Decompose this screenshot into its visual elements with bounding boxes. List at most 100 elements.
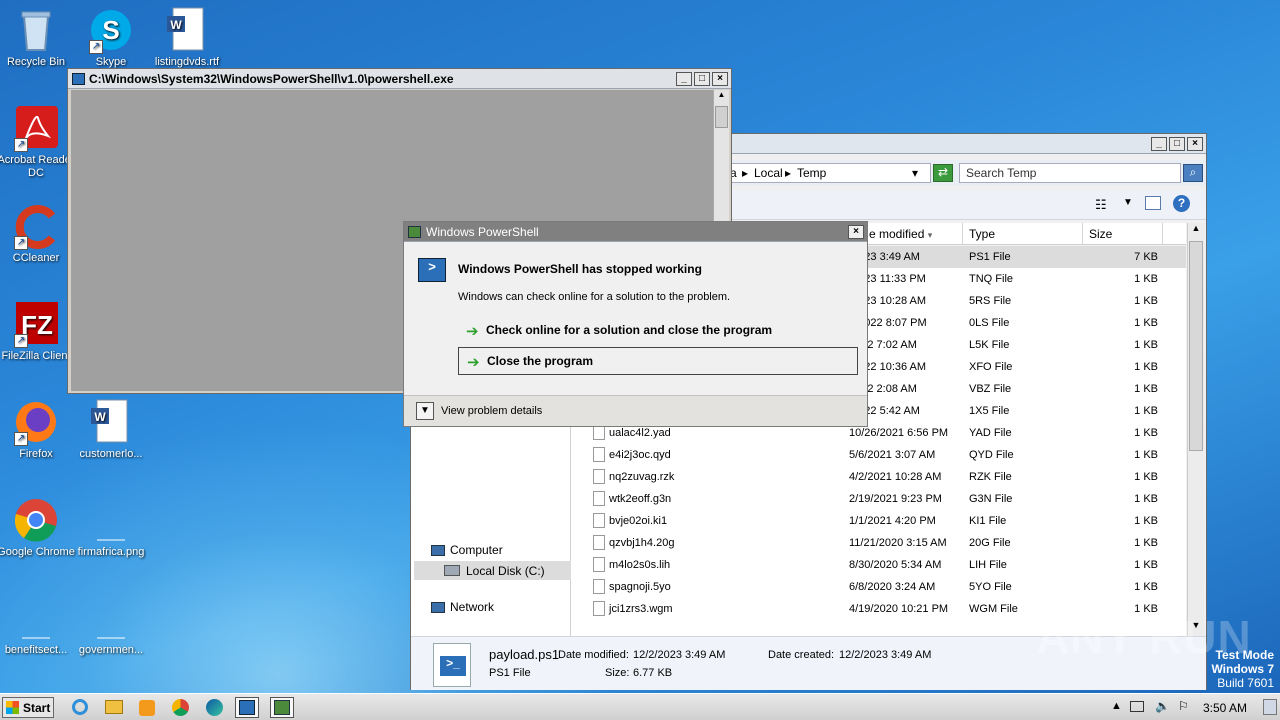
desktop-icon-governmen[interactable]: governmen... bbox=[71, 594, 151, 657]
preview-pane-icon[interactable] bbox=[1145, 196, 1161, 210]
file-type: 1X5 File bbox=[969, 405, 1010, 417]
powershell-logo-icon: > bbox=[418, 258, 446, 282]
file-type: G3N File bbox=[969, 493, 1013, 505]
desktop-icon-label: Recycle Bin bbox=[6, 56, 66, 68]
network-status-icon[interactable] bbox=[1130, 701, 1144, 712]
show-desktop-button[interactable] bbox=[1263, 699, 1277, 715]
file-type: 5RS File bbox=[969, 295, 1012, 307]
file-size: 1 KB bbox=[1134, 515, 1158, 527]
maximize-button[interactable]: □ bbox=[1169, 136, 1185, 151]
close-button[interactable]: × bbox=[1187, 136, 1203, 151]
desktop-icon-firmafrica[interactable]: firmafrica.png bbox=[71, 496, 151, 559]
file-name: e4i2j3oc.qyd bbox=[609, 449, 671, 461]
dialog-titlebar[interactable]: Windows PowerShell × bbox=[404, 222, 867, 242]
file-name: qzvbj1h4.20g bbox=[609, 537, 675, 549]
file-row[interactable]: bvje02oi.ki1 1/1/2021 4:20 PM KI1 File 1 KB bbox=[571, 510, 1186, 532]
close-button[interactable]: × bbox=[712, 71, 728, 86]
desktop-icon-customerlo[interactable]: W customerlo... bbox=[71, 398, 151, 461]
maximize-button[interactable]: □ bbox=[694, 71, 710, 86]
file-size: 1 KB bbox=[1134, 383, 1158, 395]
desktop-icon-filezilla[interactable]: FZ ↗ FileZilla Client bbox=[0, 300, 76, 363]
volume-icon[interactable]: 🔈 bbox=[1155, 699, 1170, 713]
file-icon bbox=[593, 535, 605, 550]
ccleaner-icon: ↗ bbox=[12, 202, 60, 250]
file-type: LIH File bbox=[969, 559, 1007, 571]
minimize-button[interactable]: _ bbox=[1151, 136, 1167, 151]
green-arrow-icon: ➔ bbox=[466, 323, 479, 340]
close-button[interactable]: × bbox=[848, 224, 864, 239]
nav-item-network[interactable]: Network bbox=[431, 600, 494, 614]
view-options-icon[interactable]: ☷ bbox=[1095, 197, 1107, 213]
chrome-icon bbox=[171, 699, 189, 716]
file-row[interactable]: nq2zuvag.rzk 4/2/2021 10:28 AM RZK File 1 K… bbox=[571, 466, 1186, 488]
file-icon bbox=[593, 557, 605, 572]
file-row[interactable]: m4lo2s0s.lih 8/30/2020 5:34 AM LIH File 1 K… bbox=[571, 554, 1186, 576]
console-titlebar[interactable]: C:\Windows\System32\WindowsPowerShell\v1… bbox=[68, 69, 731, 89]
desktop-icon-benefitsect[interactable]: benefitsect... bbox=[0, 594, 76, 657]
file-row[interactable]: wtk2eoff.g3n 2/19/2021 9:23 PM G3N File 1 K… bbox=[571, 488, 1186, 510]
ie-taskbar-button[interactable] bbox=[68, 697, 92, 718]
start-button[interactable]: Start bbox=[2, 697, 54, 718]
minimize-button[interactable]: _ bbox=[676, 71, 692, 86]
desktop-icon-firefox[interactable]: ↗ Firefox bbox=[0, 398, 76, 461]
error-dialog-taskbar-button[interactable] bbox=[270, 697, 294, 718]
file-icon bbox=[87, 594, 135, 642]
file-type: L5K File bbox=[969, 339, 1010, 351]
desktop-icon-label: firmafrica.png bbox=[77, 546, 145, 558]
file-name: m4lo2s0s.lih bbox=[609, 559, 671, 571]
expand-details-button[interactable]: ▼ bbox=[416, 402, 434, 420]
desktop-icon-acrobat[interactable]: ↗ Acrobat Reader DC bbox=[0, 104, 76, 180]
scroll-thumb[interactable] bbox=[1189, 241, 1203, 451]
desktop-icon-chrome[interactable]: Google Chrome bbox=[0, 496, 76, 559]
help-icon[interactable]: ? bbox=[1173, 195, 1190, 212]
file-row[interactable]: spagnoji.5yo 6/8/2020 3:24 AM 5YO File 1 KB bbox=[571, 576, 1186, 598]
nav-item-computer[interactable]: Computer bbox=[431, 543, 503, 557]
breadcrumb-item[interactable]: Local bbox=[754, 166, 783, 180]
details-size-value: 6.77 KB bbox=[633, 667, 673, 679]
dialog-footer: ▼ View problem details bbox=[404, 395, 867, 426]
file-row[interactable]: qzvbj1h4.20g 11/21/2020 3:15 AM 20G File 1 … bbox=[571, 532, 1186, 554]
column-date-modified[interactable]: e modified ▾ bbox=[863, 223, 963, 245]
close-program-button[interactable]: ➔ Close the program bbox=[458, 347, 858, 375]
column-type[interactable]: Type bbox=[963, 223, 1083, 245]
file-size: 1 KB bbox=[1134, 493, 1158, 505]
file-row[interactable]: e4i2j3oc.qyd 5/6/2021 3:07 AM QYD File 1 KB bbox=[571, 444, 1186, 466]
desktop-icon-listingdvds[interactable]: W listingdvds.rtf bbox=[147, 6, 227, 69]
file-type: 0LS File bbox=[969, 317, 1010, 329]
check-online-button[interactable]: ➔ Check online for a solution and close … bbox=[458, 317, 858, 345]
scroll-thumb[interactable] bbox=[715, 106, 728, 128]
chevron-down-icon[interactable]: ▾ bbox=[912, 166, 918, 180]
powershell-taskbar-button[interactable] bbox=[235, 697, 259, 718]
media-player-icon bbox=[139, 700, 155, 716]
file-size: 1 KB bbox=[1134, 273, 1158, 285]
refresh-icon[interactable]: ⇄ bbox=[933, 164, 953, 182]
clock[interactable]: 3:50 AM bbox=[1203, 701, 1247, 715]
desktop-icon-recycle-bin[interactable]: Recycle Bin bbox=[0, 6, 76, 69]
action-center-flag-icon[interactable]: ⚐ bbox=[1178, 699, 1189, 713]
file-name: nq2zuvag.rzk bbox=[609, 471, 675, 483]
column-size[interactable]: Size bbox=[1083, 223, 1163, 245]
scroll-up-icon[interactable]: ▲ bbox=[1188, 223, 1204, 239]
explorer-taskbar-button[interactable] bbox=[102, 697, 126, 718]
desktop-icon-ccleaner[interactable]: ↗ CCleaner bbox=[0, 202, 76, 265]
file-name: spagnoji.5yo bbox=[609, 581, 671, 593]
details-created-label: Date created: bbox=[768, 649, 835, 661]
desktop-icon-skype[interactable]: S ↗ Skype bbox=[71, 6, 151, 69]
edge-taskbar-button[interactable] bbox=[202, 697, 226, 718]
search-input[interactable]: Search Temp bbox=[959, 163, 1181, 183]
vertical-scrollbar[interactable]: ▲ ▼ bbox=[1187, 223, 1204, 636]
nav-item-local-disk[interactable]: Local Disk (C:) bbox=[414, 561, 571, 580]
chevron-right-icon: ▸ bbox=[742, 166, 749, 180]
powershell-logo-icon bbox=[239, 700, 255, 715]
scroll-up-icon[interactable]: ▲ bbox=[714, 90, 729, 105]
search-icon[interactable]: ⌕ bbox=[1183, 164, 1203, 182]
chevron-down-icon[interactable]: ▼ bbox=[1123, 197, 1133, 208]
option-label: Close the program bbox=[487, 354, 594, 368]
option-label: Check online for a solution and close th… bbox=[486, 323, 773, 337]
view-details-label[interactable]: View problem details bbox=[441, 405, 542, 417]
chrome-taskbar-button[interactable] bbox=[168, 697, 192, 718]
test-mode-line: Build 7601 bbox=[1217, 676, 1274, 690]
show-hidden-icons-icon[interactable]: ▲ bbox=[1111, 700, 1122, 712]
breadcrumb-item[interactable]: Temp bbox=[797, 166, 826, 180]
media-player-taskbar-button[interactable] bbox=[135, 697, 159, 718]
